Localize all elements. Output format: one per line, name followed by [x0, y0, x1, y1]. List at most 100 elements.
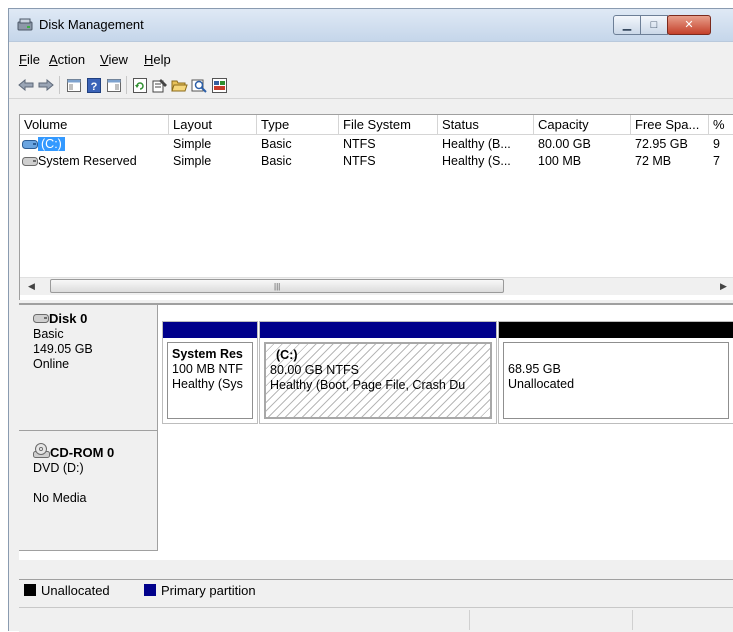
column-header-status[interactable]: Status	[438, 115, 534, 135]
partition-body-selected: (C:) 80.00 GB NTFS Healthy (Boot, Page F…	[264, 342, 492, 419]
column-header-capacity[interactable]: Capacity	[534, 115, 631, 135]
volume-cell: System Reserved	[22, 153, 137, 170]
cdrom-0-info[interactable]: CD-ROM 0 DVD (D:) No Media	[19, 431, 158, 551]
back-button[interactable]	[17, 77, 34, 93]
scroll-left-icon[interactable]: ◀	[28, 281, 35, 292]
disk-state: Online	[33, 357, 70, 371]
disk-size: 149.05 GB	[33, 342, 93, 356]
file-system-cell: NTFS	[343, 154, 376, 168]
rescan-disks-button[interactable]	[191, 77, 208, 93]
column-header-volume[interactable]: Volume	[20, 115, 169, 135]
properties-button[interactable]	[151, 77, 168, 93]
disk-name: Disk 0	[49, 311, 88, 326]
volume-drive-icon	[22, 140, 38, 149]
layout-cell: Simple	[173, 154, 212, 168]
graphical-disk-view: Disk 0 Basic 149.05 GB Online System Res…	[19, 303, 733, 560]
volume-name: System Reserved	[38, 154, 137, 168]
scrollbar-thumb[interactable]: |||	[50, 279, 504, 293]
horizontal-scrollbar[interactable]: ◀ ||| ▶	[20, 277, 733, 295]
partition-status: Healthy (Boot, Page File, Crash Du	[270, 378, 466, 392]
window-title: Disk Management	[39, 17, 144, 32]
show-hide-action-pane-button[interactable]	[105, 77, 122, 93]
status-bar	[19, 607, 733, 632]
layout-cell: Simple	[173, 137, 212, 151]
percent-free-cell: 7	[713, 154, 720, 168]
properties-icon	[152, 78, 167, 92]
maximize-icon: □	[650, 18, 658, 31]
legend-primary-label: Primary partition	[161, 583, 256, 598]
unallocated-space[interactable]: 68.95 GB Unallocated	[498, 321, 733, 424]
column-header-file-system[interactable]: File System	[339, 115, 438, 135]
toolbar: ?	[9, 72, 733, 99]
table-row[interactable]: (C:) Simple Basic NTFS Healthy (B... 80.…	[20, 136, 733, 153]
menu-help[interactable]: Help	[144, 52, 171, 67]
toolbar-separator	[59, 76, 60, 94]
partition-c[interactable]: (C:) 80.00 GB NTFS Healthy (Boot, Page F…	[259, 321, 497, 424]
status-cell: Healthy (S...	[442, 154, 511, 168]
percent-free-cell: 9	[713, 137, 720, 151]
partition-system-reserved[interactable]: System Res 100 MB NTF Healthy (Sys	[162, 321, 258, 424]
column-header-percent-free[interactable]: %	[709, 115, 733, 135]
column-header-layout[interactable]: Layout	[169, 115, 257, 135]
legend-unallocated-label: Unallocated	[41, 583, 110, 598]
disk-drive-icon	[33, 314, 49, 323]
close-button[interactable]: ✕	[667, 15, 711, 35]
disk-type: Basic	[33, 327, 64, 341]
partition-size: 80.00 GB NTFS	[270, 363, 359, 377]
toolbar-separator	[126, 76, 127, 94]
free-space-cell: 72.95 GB	[635, 137, 688, 151]
capacity-cell: 100 MB	[538, 154, 582, 168]
status-separator	[469, 610, 470, 630]
column-header-free-space[interactable]: Free Spa...	[631, 115, 709, 135]
close-icon: ✕	[684, 18, 694, 31]
partition-size: 100 MB NTF	[172, 362, 243, 376]
file-system-cell: NTFS	[343, 137, 376, 151]
status-cell: Healthy (B...	[442, 137, 511, 151]
scrollbar-grip-icon: |||	[274, 282, 281, 291]
menu-view[interactable]: View	[100, 52, 128, 67]
scroll-right-icon[interactable]: ▶	[720, 281, 727, 292]
refresh-icon	[132, 77, 147, 93]
type-cell: Basic	[261, 154, 292, 168]
unallocated-size: 68.95 GB	[508, 362, 561, 376]
cdrom-empty-area	[158, 431, 733, 551]
disk-view-button[interactable]	[211, 77, 228, 93]
cdrom-name: CD-ROM 0	[50, 445, 115, 460]
help-button[interactable]: ?	[85, 77, 102, 93]
menu-action[interactable]: Action	[49, 52, 85, 67]
disk-view-icon	[212, 77, 227, 93]
refresh-button[interactable]	[131, 77, 148, 93]
status-separator	[632, 610, 633, 630]
svg-text:?: ?	[90, 81, 97, 93]
disk-management-window: Disk Management ▁ □ ✕ File Action View H…	[8, 8, 733, 632]
type-cell: Basic	[261, 137, 292, 151]
show-hide-console-tree-icon	[66, 78, 81, 92]
primary-partition-bar	[260, 322, 496, 338]
menu-file[interactable]: File	[19, 52, 40, 67]
maximize-button[interactable]: □	[640, 15, 668, 35]
table-row[interactable]: System Reserved Simple Basic NTFS Health…	[20, 153, 733, 170]
partition-status: Healthy (Sys	[172, 377, 243, 391]
back-arrow-icon	[17, 79, 33, 91]
cdrom-header: CD-ROM 0	[33, 443, 157, 461]
title-bar[interactable]: Disk Management ▁ □ ✕	[9, 9, 733, 42]
cdrom-state: No Media	[33, 491, 87, 505]
primary-partition-bar	[163, 322, 257, 338]
show-hide-console-tree-button[interactable]	[65, 77, 82, 93]
open-folder-button[interactable]	[171, 77, 188, 93]
disk-0-info[interactable]: Disk 0 Basic 149.05 GB Online	[19, 305, 158, 431]
unallocated-status: Unallocated	[508, 377, 575, 391]
volume-name: (C:)	[38, 137, 65, 151]
open-folder-icon	[171, 80, 188, 92]
disk-management-app-icon	[17, 18, 33, 31]
forward-button[interactable]	[37, 77, 54, 93]
legend-unallocated-swatch	[24, 584, 36, 596]
partition-title: (C:)	[276, 348, 298, 362]
disk-0-header: Disk 0	[33, 311, 157, 327]
legend-primary-swatch	[144, 584, 156, 596]
column-header-type[interactable]: Type	[257, 115, 339, 135]
minimize-button[interactable]: ▁	[613, 15, 641, 35]
capacity-cell: 80.00 GB	[538, 137, 591, 151]
show-hide-action-pane-icon	[106, 78, 121, 92]
